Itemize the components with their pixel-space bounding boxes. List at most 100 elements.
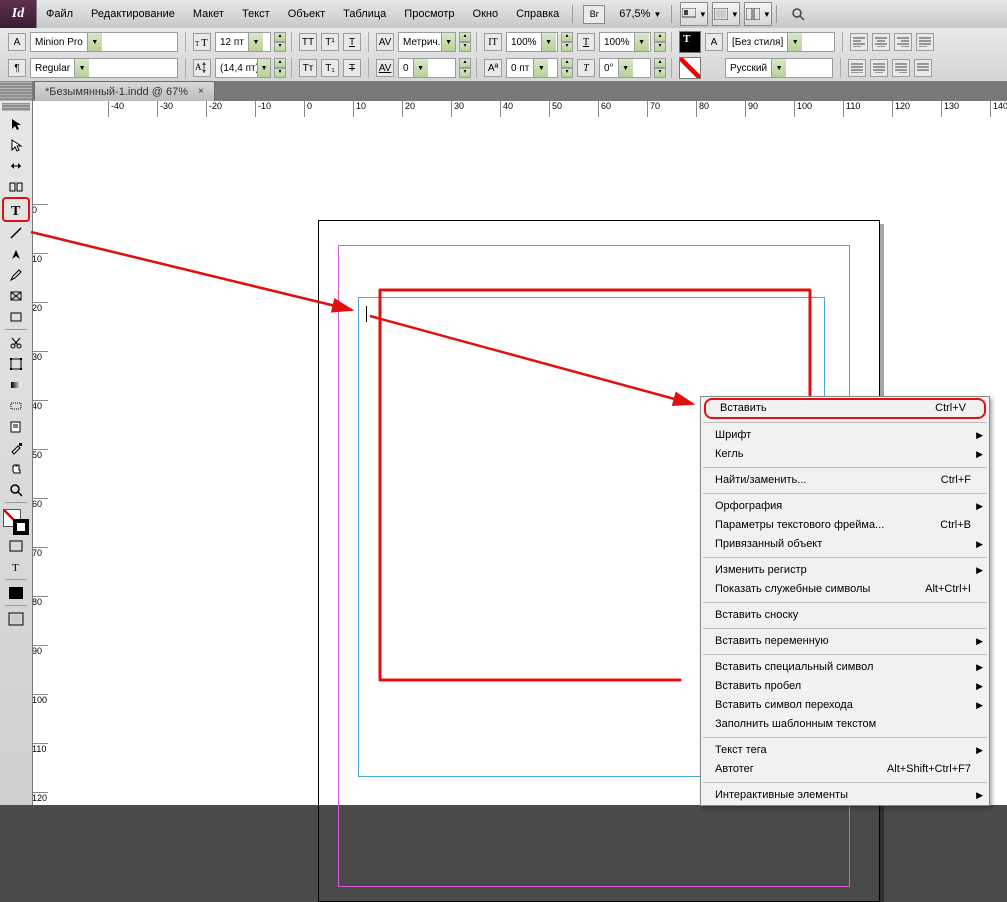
ruler-tick: 60 (32, 498, 48, 509)
context-menu-item[interactable]: Текст тега▶ (701, 741, 989, 760)
skew-combo[interactable]: 0°▼ (599, 58, 651, 78)
menu-layout[interactable]: Макет (184, 0, 233, 28)
vertical-ruler[interactable]: 0102030405060708090100110120130140150160… (32, 117, 49, 805)
underline-icon[interactable]: T (343, 33, 361, 51)
context-menu-item[interactable]: Показать служебные символыAlt+Ctrl+I (701, 580, 989, 599)
gradient-swatch-tool-icon[interactable] (4, 374, 28, 395)
pen-tool-icon[interactable] (4, 243, 28, 264)
hand-tool-icon[interactable] (4, 458, 28, 479)
context-menu-item[interactable]: Вставить переменную▶ (701, 632, 989, 651)
align-left-icon[interactable] (850, 33, 868, 51)
arrange-documents-icon[interactable]: ▼ (744, 2, 772, 26)
menu-table[interactable]: Таблица (334, 0, 395, 28)
language-combo[interactable]: Русский▼ (725, 58, 833, 78)
strikethrough-icon[interactable]: T (343, 59, 361, 77)
paragraph-mode-icon[interactable]: ¶ (8, 59, 26, 77)
menu-text[interactable]: Текст (233, 0, 279, 28)
tools-panel: T T (0, 101, 33, 805)
align-right-icon[interactable] (894, 33, 912, 51)
menu-help[interactable]: Справка (507, 0, 568, 28)
menu-object[interactable]: Объект (279, 0, 334, 28)
character-mode-icon[interactable]: A (8, 33, 26, 51)
panel-gripper-icon[interactable] (2, 103, 30, 111)
justify-all-left-icon[interactable] (848, 59, 866, 77)
context-menu-item[interactable]: Параметры текстового фрейма...Ctrl+B (701, 516, 989, 535)
horizontal-scale-combo[interactable]: 100%▼ (599, 32, 651, 52)
zoom-tool-icon[interactable] (4, 479, 28, 500)
context-menu-item[interactable]: ВставитьCtrl+V (704, 398, 986, 419)
context-menu-item[interactable]: Найти/заменить...Ctrl+F (701, 471, 989, 490)
eyedropper-tool-icon[interactable] (4, 437, 28, 458)
menu-edit[interactable]: Редактирование (82, 0, 184, 28)
align-center-icon[interactable] (872, 33, 890, 51)
tool-divider (5, 579, 27, 580)
note-tool-icon[interactable] (4, 416, 28, 437)
document-tab[interactable]: *Безымянный-1.indd @ 67% × (34, 81, 215, 101)
pencil-tool-icon[interactable] (4, 264, 28, 285)
scissors-tool-icon[interactable] (4, 332, 28, 353)
formatting-text-icon[interactable]: T (4, 556, 28, 577)
justify-icon[interactable] (916, 33, 934, 51)
menu-file[interactable]: Файл (37, 0, 82, 28)
leading-combo[interactable]: (14,4 пт)▼ (215, 58, 271, 78)
font-family-combo[interactable]: Minion Pro▼ (30, 32, 178, 52)
stroke-color-icon[interactable] (679, 57, 701, 79)
page-tool-icon[interactable] (4, 155, 28, 176)
panel-gripper-icon[interactable] (0, 81, 32, 101)
gap-tool-icon[interactable] (4, 176, 28, 197)
close-icon[interactable]: × (198, 86, 204, 97)
context-menu-item[interactable]: Кегль▶ (701, 445, 989, 464)
line-tool-icon[interactable] (4, 222, 28, 243)
char-style-quick-apply-icon[interactable]: A (705, 33, 723, 51)
context-menu-item[interactable]: Орфография▶ (701, 497, 989, 516)
view-options-icon[interactable]: ▼ (680, 2, 708, 26)
zoom-level[interactable]: 67,5%▼ (613, 8, 667, 20)
fill-color-icon[interactable]: T (679, 31, 701, 53)
menu-view[interactable]: Просмотр (395, 0, 463, 28)
character-style-combo[interactable]: [Без стиля]▼ (727, 32, 835, 52)
rectangle-tool-icon[interactable] (4, 306, 28, 327)
justify-all-center-icon[interactable] (870, 59, 888, 77)
type-tool-icon[interactable]: T (2, 197, 30, 222)
vertical-scale-combo[interactable]: 100%▼ (506, 32, 558, 52)
font-style-combo[interactable]: Regular▼ (30, 58, 178, 78)
subscript-icon[interactable]: T₁ (321, 59, 339, 77)
align-toward-spine-icon[interactable] (914, 59, 932, 77)
direct-selection-tool-icon[interactable] (4, 134, 28, 155)
search-icon[interactable] (785, 3, 811, 25)
context-menu-item[interactable]: Интерактивные элементы▶ (701, 786, 989, 805)
gradient-feather-tool-icon[interactable] (4, 395, 28, 416)
context-menu-item[interactable]: Заполнить шаблонным текстом (701, 715, 989, 734)
baseline-shift-combo[interactable]: 0 пт▼ (506, 58, 558, 78)
context-menu-item-label: Орфография (715, 500, 782, 512)
justify-all-right-icon[interactable] (892, 59, 910, 77)
formatting-container-icon[interactable] (4, 535, 28, 556)
context-menu-item[interactable]: Вставить специальный символ▶ (701, 658, 989, 677)
context-menu-item[interactable]: Шрифт▶ (701, 426, 989, 445)
screen-mode-icon[interactable]: ▼ (712, 2, 740, 26)
screen-mode-tool-icon[interactable] (4, 608, 28, 629)
tracking-combo[interactable]: 0▼ (398, 58, 456, 78)
menu-window[interactable]: Окно (464, 0, 508, 28)
selection-tool-icon[interactable] (4, 113, 28, 134)
rectangle-frame-tool-icon[interactable] (4, 285, 28, 306)
context-menu-item[interactable]: Изменить регистр▶ (701, 561, 989, 580)
context-menu-item[interactable]: Привязанный объект▶ (701, 535, 989, 554)
bridge-icon[interactable]: Br (583, 5, 605, 24)
font-size-combo[interactable]: 12 пт▼ (215, 32, 271, 52)
all-caps-icon[interactable]: TT (299, 33, 317, 51)
horizontal-ruler[interactable]: -40-30-20-100102030405060708090100110120… (32, 101, 1007, 118)
superscript-icon[interactable]: T¹ (321, 33, 339, 51)
kerning-combo[interactable]: Метрич.▼ (398, 32, 456, 52)
context-menu-item[interactable]: Вставить пробел▶ (701, 677, 989, 696)
context-menu-item[interactable]: Вставить символ перехода▶ (701, 696, 989, 715)
context-menu-item[interactable]: Вставить сноску (701, 606, 989, 625)
document-tabs: *Безымянный-1.indd @ 67% × (0, 81, 1007, 101)
stroke-swatch-icon[interactable] (13, 519, 29, 535)
apply-color-icon[interactable] (4, 582, 28, 603)
small-caps-icon[interactable]: Tᴛ (299, 59, 317, 77)
ruler-tick: 70 (32, 547, 48, 558)
fill-stroke-swatch[interactable] (3, 509, 29, 535)
free-transform-tool-icon[interactable] (4, 353, 28, 374)
context-menu-item[interactable]: АвтотегAlt+Shift+Ctrl+F7 (701, 760, 989, 779)
